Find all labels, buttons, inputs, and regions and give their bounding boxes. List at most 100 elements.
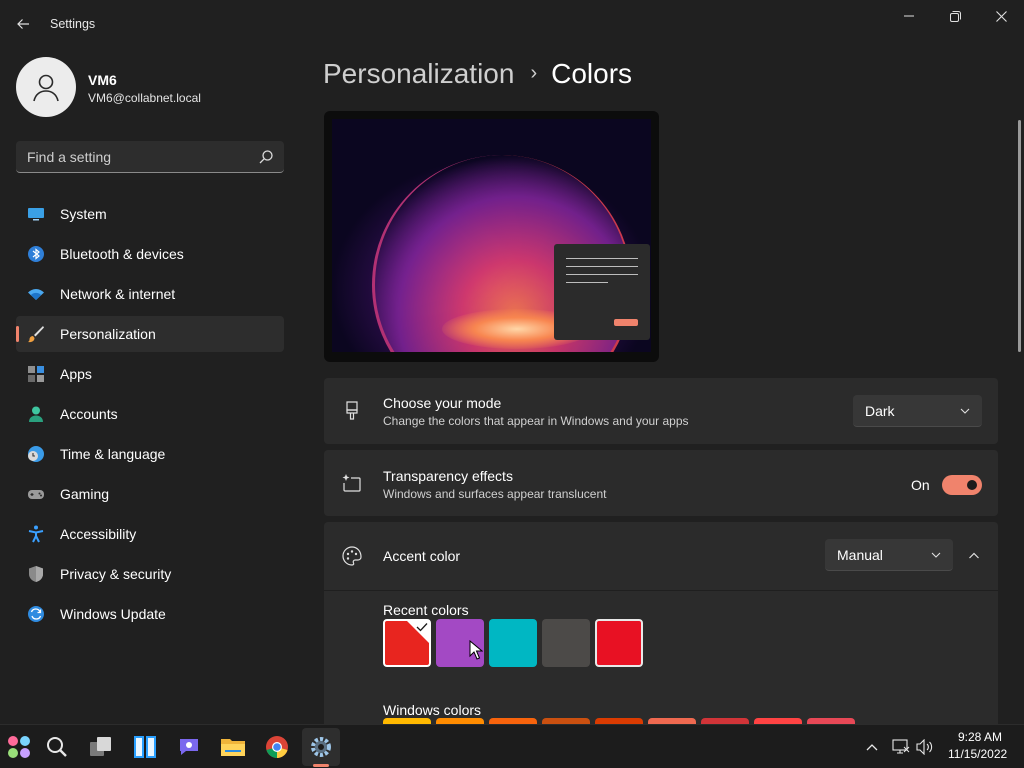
folder-icon — [221, 739, 245, 756]
update-icon — [28, 606, 44, 622]
mouse-cursor-icon — [469, 640, 483, 660]
transparency-toggle[interactable] — [942, 475, 982, 495]
search-icon — [47, 737, 67, 757]
start-button[interactable] — [126, 728, 164, 766]
widgets-icon — [8, 736, 30, 758]
recent-colors-label: Recent colors — [383, 602, 469, 618]
sidebar-item-label: Personalization — [60, 326, 156, 342]
title-bar: Settings — [0, 0, 1024, 48]
speaker-icon — [916, 739, 933, 755]
sidebar-item-label: Accessibility — [60, 526, 137, 542]
clock-date[interactable]: 11/15/2022 — [948, 747, 1007, 761]
brush-icon — [28, 326, 44, 343]
preview-accent-button — [614, 319, 638, 326]
theme-preview — [324, 111, 659, 362]
transparency-toggle-state: On — [911, 477, 930, 493]
preview-line — [566, 274, 638, 275]
apps-icon — [28, 366, 44, 382]
minimize-button[interactable] — [886, 0, 932, 32]
mode-card: Choose your mode Change the colors that … — [324, 378, 998, 444]
sidebar-item-privacy-security[interactable]: Privacy & security — [16, 556, 284, 592]
search-input[interactable] — [16, 141, 246, 172]
file-explorer-button[interactable] — [214, 728, 252, 766]
sidebar-item-system[interactable]: System — [16, 196, 284, 232]
clock-time[interactable]: 9:28 AM — [958, 730, 1002, 744]
breadcrumb-separator-icon: › — [530, 62, 538, 84]
recent-color-swatch[interactable] — [542, 619, 590, 667]
task-view-icon — [90, 737, 111, 756]
recent-color-swatch[interactable] — [595, 619, 643, 667]
sidebar-item-label: Privacy & security — [60, 566, 172, 582]
show-hidden-icons-button[interactable] — [862, 737, 882, 757]
sidebar-item-windows-update[interactable]: Windows Update — [16, 596, 284, 632]
sidebar-item-gaming[interactable]: Gaming — [16, 476, 284, 512]
user-email: VM6@collabnet.local — [88, 91, 201, 105]
teams-chat-button[interactable] — [170, 728, 208, 766]
active-app-indicator — [313, 764, 329, 767]
collapse-button[interactable] — [958, 540, 990, 572]
user-name: VM6 — [88, 72, 117, 88]
recent-color-swatch[interactable] — [489, 619, 537, 667]
sidebar-item-time-language[interactable]: Time & language — [16, 436, 284, 472]
task-view-button[interactable] — [82, 728, 120, 766]
accent-dropdown[interactable]: Manual — [825, 539, 953, 571]
chevron-down-icon — [960, 408, 970, 414]
back-arrow-icon — [17, 19, 29, 29]
sidebar-item-accounts[interactable]: Accounts — [16, 396, 284, 432]
sidebar-item-label: Windows Update — [60, 606, 166, 622]
accessibility-icon — [28, 525, 44, 543]
preview-line — [566, 266, 638, 267]
windows-logo-icon — [134, 736, 156, 758]
settings-taskbar-button[interactable] — [302, 728, 340, 766]
gear-icon — [311, 737, 331, 757]
wallpaper-preview — [332, 119, 651, 352]
chrome-button[interactable] — [258, 728, 296, 766]
back-button[interactable] — [8, 10, 38, 38]
preview-line — [566, 258, 638, 259]
sidebar-item-apps[interactable]: Apps — [16, 356, 284, 392]
toggle-knob — [967, 480, 977, 490]
windows-colors-label: Windows colors — [383, 702, 482, 718]
mode-dropdown-value: Dark — [865, 403, 895, 419]
accent-title: Accent color — [383, 548, 461, 564]
shield-icon — [29, 566, 43, 582]
avatar[interactable] — [16, 57, 76, 117]
network-tray-button[interactable] — [891, 737, 911, 757]
sidebar-item-bluetooth[interactable]: Bluetooth & devices — [16, 236, 284, 272]
globe-clock-icon — [28, 446, 44, 462]
widgets-button[interactable] — [0, 728, 38, 766]
mode-description: Change the colors that appear in Windows… — [383, 414, 689, 428]
search-icon[interactable] — [258, 149, 274, 165]
app-title: Settings — [50, 17, 96, 31]
sidebar-item-personalization[interactable]: Personalization — [16, 316, 284, 352]
sidebar-item-accessibility[interactable]: Accessibility — [16, 516, 284, 552]
settings-window: Settings VM6 VM6@collabnet.local System … — [0, 0, 1024, 724]
preview-window — [554, 244, 650, 340]
breadcrumb-parent[interactable]: Personalization — [323, 58, 514, 89]
wifi-icon — [28, 289, 44, 300]
monitor-icon — [28, 208, 44, 221]
search-button[interactable] — [38, 728, 76, 766]
sidebar-item-label: Accounts — [60, 406, 118, 422]
paint-brush-icon — [346, 401, 358, 420]
volume-tray-button[interactable] — [915, 737, 935, 757]
sparkle-window-icon — [342, 474, 361, 492]
accent-color-panel: Recent colors Windows colors — [324, 590, 998, 724]
bluetooth-icon — [28, 246, 44, 262]
scrollbar[interactable] — [1018, 120, 1021, 352]
transparency-card: Transparency effects Windows and surface… — [324, 450, 998, 516]
recent-color-swatch[interactable] — [383, 619, 431, 667]
restore-button[interactable] — [932, 0, 978, 32]
breadcrumb: Personalization › Colors — [323, 58, 632, 90]
mode-dropdown[interactable]: Dark — [853, 395, 982, 427]
close-button[interactable] — [978, 0, 1024, 32]
sidebar-item-label: Time & language — [60, 446, 166, 462]
selected-check-icon — [407, 621, 429, 643]
chevron-up-icon — [969, 552, 979, 559]
network-icon — [892, 739, 910, 754]
sidebar-item-network[interactable]: Network & internet — [16, 276, 284, 312]
transparency-description: Windows and surfaces appear translucent — [383, 487, 607, 501]
minimize-icon — [904, 15, 914, 17]
taskbar: 9:28 AM 11/15/2022 — [0, 724, 1024, 768]
sidebar-item-label: Network & internet — [60, 286, 176, 302]
